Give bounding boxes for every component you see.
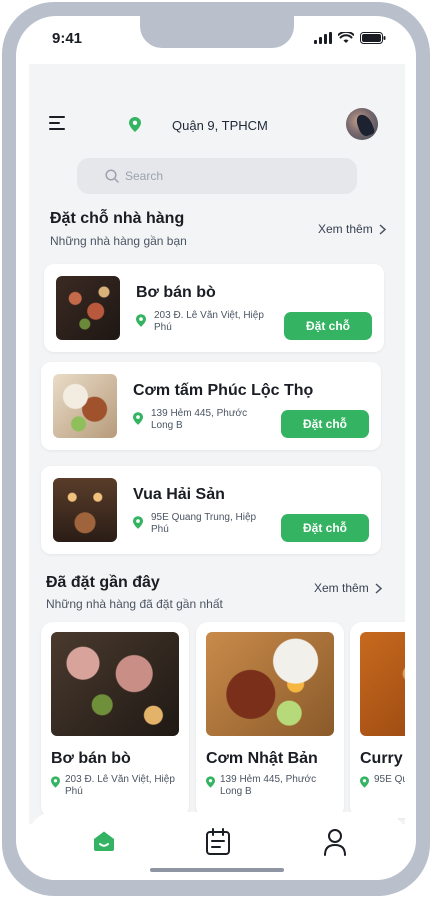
reservations-title: Đặt chỗ nhà hàng xyxy=(50,210,185,227)
restaurant-photo xyxy=(360,632,405,736)
recent-restaurant-card[interactable]: Cơm Nhật Bản 139 Hẻm 445, Phước Long B xyxy=(196,622,344,818)
wifi-icon xyxy=(338,32,354,43)
screen: 9:41 Quận 9, TPHCM Search Đặt chỗ nhà hà… xyxy=(16,16,416,880)
home-icon[interactable] xyxy=(92,830,116,852)
location-pin-icon xyxy=(51,776,60,788)
calendar-icon[interactable] xyxy=(205,828,231,856)
main-content: Quận 9, TPHCM Search Đặt chỗ nhà hàng Nh… xyxy=(29,64,405,824)
see-more-label: Xem thêm xyxy=(318,222,373,236)
status-time: 9:41 xyxy=(52,30,83,47)
phone-frame: 9:41 Quận 9, TPHCM Search Đặt chỗ nhà hà… xyxy=(0,0,433,898)
home-indicator[interactable] xyxy=(150,868,284,872)
restaurant-name: Bơ bán bò xyxy=(51,750,131,767)
location-pin-icon xyxy=(133,516,143,529)
profile-icon[interactable] xyxy=(323,828,347,856)
restaurant-photo xyxy=(56,276,120,340)
restaurant-name: Vua Hải Sản xyxy=(133,486,225,503)
restaurant-card[interactable]: Bơ bán bò 203 Đ. Lê Văn Việt, Hiệp Phú Đ… xyxy=(44,264,384,352)
location-pin-icon xyxy=(206,776,215,788)
restaurant-address: 95E Qu xyxy=(374,774,405,785)
restaurant-name: Curry xyxy=(360,750,403,767)
recent-subtitle: Những nhà hàng đã đặt gần nhất xyxy=(46,597,223,611)
book-button[interactable]: Đặt chỗ xyxy=(281,514,369,542)
location-pin-icon xyxy=(129,117,141,132)
reservations-subtitle: Những nhà hàng gần bạn xyxy=(50,234,187,248)
see-more-label: Xem thêm xyxy=(314,581,369,595)
book-button[interactable]: Đặt chỗ xyxy=(284,312,372,340)
restaurant-name: Bơ bán bò xyxy=(136,284,216,301)
restaurant-address: 139 Hẻm 445, Phước Long B xyxy=(220,774,317,797)
location-pin-icon xyxy=(136,314,146,327)
signal-icon xyxy=(314,32,332,44)
restaurant-photo xyxy=(206,632,334,736)
restaurant-address: 139 Hẻm 445, Phước Long B xyxy=(151,408,248,431)
reservations-see-more[interactable]: Xem thêm xyxy=(318,222,386,236)
status-icons xyxy=(314,32,386,44)
restaurant-address: 95E Quang Trung, Hiệp Phú xyxy=(151,512,257,535)
avatar[interactable] xyxy=(346,108,378,140)
recent-restaurant-card[interactable]: Bơ bán bò 203 Đ. Lê Văn Việt, Hiệp Phú xyxy=(41,622,189,818)
current-location[interactable]: Quận 9, TPHCM xyxy=(172,118,268,133)
restaurant-photo xyxy=(53,374,117,438)
battery-icon xyxy=(360,32,386,44)
restaurant-card[interactable]: Cơm tấm Phúc Lộc Thọ 139 Hẻm 445, Phước … xyxy=(41,362,381,450)
restaurant-card[interactable]: Vua Hải Sản 95E Quang Trung, Hiệp Phú Đặ… xyxy=(41,466,381,554)
location-pin-icon xyxy=(360,776,369,788)
recent-see-more[interactable]: Xem thêm xyxy=(314,581,382,595)
location-pin-icon xyxy=(133,412,143,425)
restaurant-address: 203 Đ. Lê Văn Việt, Hiệp Phú xyxy=(154,310,264,333)
book-button[interactable]: Đặt chỗ xyxy=(281,410,369,438)
restaurant-address: 203 Đ. Lê Văn Việt, Hiệp Phú xyxy=(65,774,175,797)
restaurant-photo xyxy=(51,632,179,736)
restaurant-photo xyxy=(53,478,117,542)
restaurant-name: Cơm Nhật Bản xyxy=(206,750,318,767)
recent-title: Đã đặt gần đây xyxy=(46,574,160,591)
search-input[interactable]: Search xyxy=(77,158,357,194)
menu-icon[interactable] xyxy=(49,116,69,132)
search-placeholder: Search xyxy=(125,169,164,183)
chevron-right-icon xyxy=(379,223,386,235)
recent-restaurant-card[interactable]: Curry 95E Qu xyxy=(350,622,405,818)
notch xyxy=(140,16,294,48)
search-icon xyxy=(105,169,119,183)
chevron-right-icon xyxy=(375,582,382,594)
restaurant-name: Cơm tấm Phúc Lộc Thọ xyxy=(133,382,314,399)
